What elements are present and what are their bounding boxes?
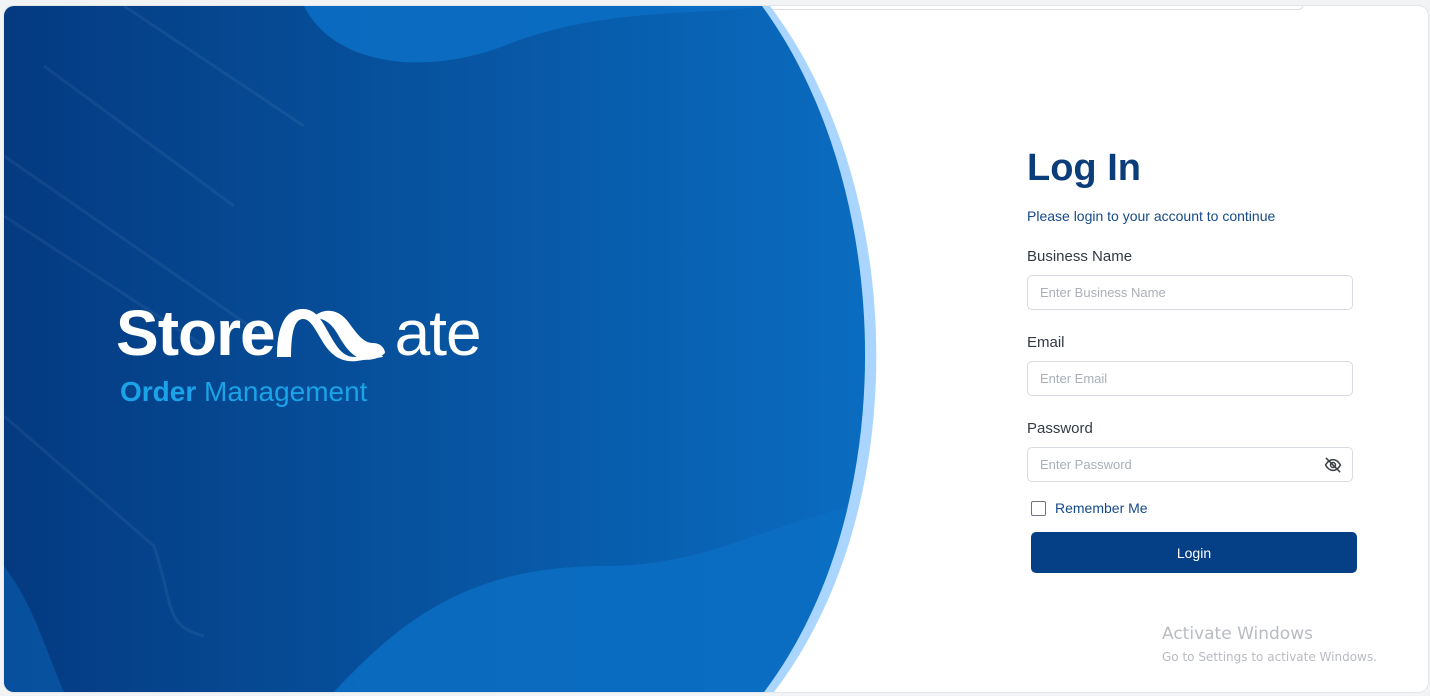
brand-subtitle-management: Management bbox=[204, 376, 368, 407]
stylized-m-icon bbox=[276, 309, 385, 362]
brand-name-ate: ate bbox=[394, 297, 482, 369]
brand-logo: Store ate Order Management bbox=[116, 294, 546, 414]
email-field-wrap bbox=[1027, 361, 1353, 396]
eye-off-icon[interactable] bbox=[1323, 455, 1343, 475]
login-form: Log In Please login to your account to c… bbox=[1027, 146, 1357, 573]
login-title: Log In bbox=[1027, 147, 1141, 189]
brand-name-store: Store bbox=[116, 297, 276, 369]
business-name-label: Business Name bbox=[1027, 248, 1133, 265]
brand-wordmark: Store ate bbox=[116, 294, 482, 372]
business-name-field-wrap bbox=[1027, 275, 1353, 310]
app-window: Store ate Order Management Log In Please… bbox=[4, 6, 1428, 692]
activate-windows-subtitle: Go to Settings to activate Windows. bbox=[1162, 650, 1377, 664]
activate-windows-watermark: Activate Windows Go to Settings to activ… bbox=[1162, 624, 1377, 664]
activate-windows-title: Activate Windows bbox=[1162, 624, 1313, 644]
business-name-input[interactable] bbox=[1027, 275, 1353, 310]
password-input[interactable] bbox=[1027, 447, 1353, 482]
password-label: Password bbox=[1027, 420, 1093, 437]
password-field-wrap bbox=[1027, 447, 1353, 482]
remember-me-row[interactable]: Remember Me bbox=[1027, 498, 1357, 518]
login-button[interactable]: Login bbox=[1031, 532, 1357, 573]
remember-me-checkbox[interactable] bbox=[1031, 500, 1046, 516]
remember-me-label[interactable]: Remember Me bbox=[1055, 500, 1148, 516]
email-input[interactable] bbox=[1027, 361, 1353, 396]
brand-subtitle: Order Management bbox=[120, 376, 367, 408]
login-subtitle: Please login to your account to continue bbox=[1027, 208, 1276, 224]
email-label: Email bbox=[1027, 334, 1065, 351]
brand-subtitle-order: Order bbox=[120, 376, 197, 407]
